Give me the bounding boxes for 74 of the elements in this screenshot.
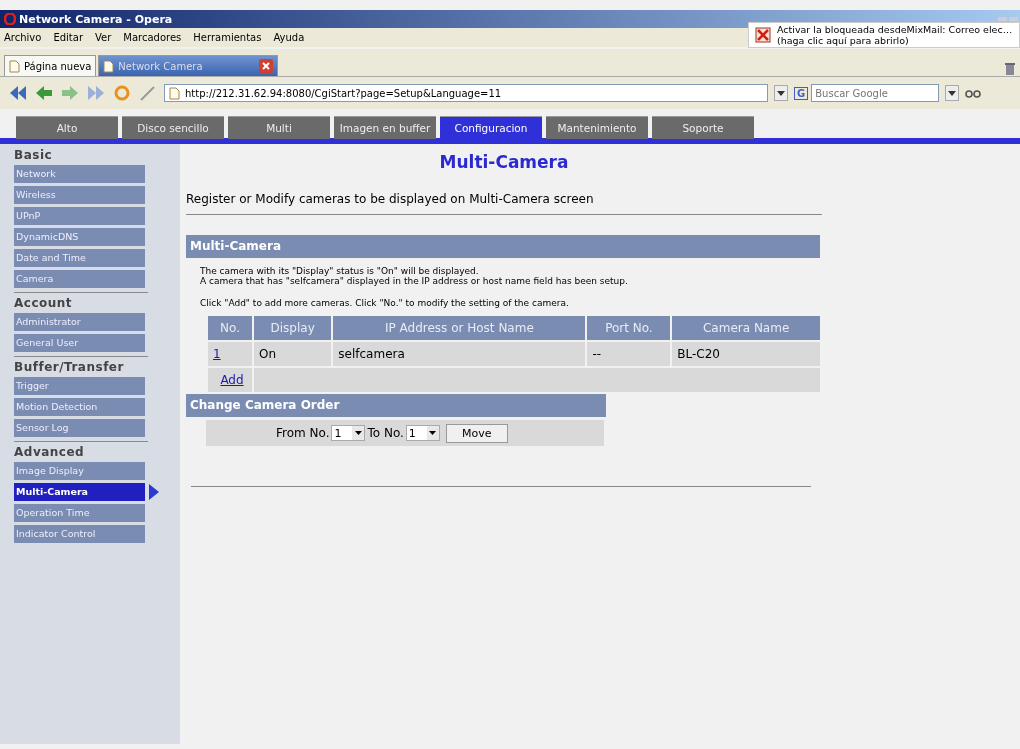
from-select[interactable]: 1: [331, 425, 366, 441]
row-number-link[interactable]: 1: [213, 347, 221, 361]
sidebar-item[interactable]: Date and Time: [14, 249, 145, 267]
nav-tab[interactable]: Multi: [228, 116, 330, 139]
note-text: The camera with its "Display" status is "On" will be displayed.: [200, 266, 480, 276]
section-header: Multi-Camera: [186, 235, 820, 258]
column-header: Port No.: [587, 316, 671, 340]
menu-item[interactable]: Herramientas: [193, 32, 262, 43]
column-header: IP Address or Host Name: [333, 316, 586, 340]
sidebar-item[interactable]: Camera: [14, 270, 145, 288]
sidebar-item[interactable]: UPnP: [14, 207, 145, 225]
browser-tab[interactable]: Página nueva: [4, 55, 97, 76]
sidebar-heading: Advanced: [14, 445, 86, 461]
table-cell: On: [254, 342, 332, 366]
address-field[interactable]: http://212.31.62.94:8080/CgiStart?page=Setup&Language=11: [164, 84, 768, 102]
menu-item[interactable]: Marcadores: [123, 32, 182, 43]
nav-tab[interactable]: Configuracion: [440, 116, 542, 139]
hint-text: Click "Add" to add more cameras. Click "No." to modify the setting of the camera.: [200, 298, 570, 308]
search-field[interactable]: Buscar Google: [811, 84, 940, 102]
sidebar-heading: Account: [14, 296, 74, 312]
sidebar-item[interactable]: Indicator Control: [14, 525, 145, 543]
trash-icon[interactable]: [1004, 62, 1016, 76]
browser-tab[interactable]: Network Camera: [98, 55, 279, 76]
table-cell: BL-C20: [672, 342, 820, 366]
section-header: Change Camera Order: [186, 394, 606, 417]
sidebar-item[interactable]: Wireless: [14, 186, 145, 204]
add-link[interactable]: Add: [220, 373, 244, 387]
sidebar-item[interactable]: Network: [14, 165, 145, 183]
pointer-arrow-icon: [149, 484, 159, 500]
search-engine-mark: G: [794, 86, 809, 100]
menu-item[interactable]: Editar: [53, 32, 83, 43]
table-cell: selfcamera: [333, 342, 586, 366]
opera-logo-icon: [4, 13, 16, 25]
menu-item[interactable]: Ver: [95, 32, 112, 43]
move-button[interactable]: Move: [445, 423, 508, 443]
page-icon: [9, 59, 20, 73]
back-arrow-icon[interactable]: [34, 84, 54, 102]
table-cell: --: [587, 342, 671, 366]
column-header: Display: [254, 316, 332, 340]
window-title: Network Camera - Opera: [19, 12, 173, 26]
sidebar-item[interactable]: Trigger: [14, 377, 145, 395]
sidebar-heading: Buffer/Transfer: [14, 360, 125, 376]
page-icon: [169, 86, 180, 100]
to-label: To No.: [367, 426, 404, 440]
notification-popup[interactable]: Activar la bloqueada desdeMixMail: Correo elec… (haga clic aquí para abrirlo): [748, 22, 1020, 48]
sidebar-item[interactable]: General User: [14, 334, 145, 352]
nav-tab[interactable]: Mantenimiento: [546, 116, 648, 139]
sidebar-item[interactable]: DynamicDNS: [14, 228, 145, 246]
nav-tab[interactable]: Soporte: [652, 116, 754, 139]
from-label: From No.: [276, 426, 330, 440]
menu-item[interactable]: Ayuda: [273, 32, 305, 43]
notification-hint: (haga clic aquí para abrirlo): [777, 35, 910, 46]
nav-tab[interactable]: Disco sencillo: [122, 116, 224, 139]
page-subtitle: Register or Modify cameras to be displayed on Multi-Camera screen: [186, 192, 595, 206]
blocked-popup-icon: [755, 27, 771, 43]
close-icon[interactable]: [259, 59, 274, 73]
notification-text: Activar la bloqueada desdeMixMail: Correo elec…: [777, 24, 1013, 35]
page-icon: [103, 59, 115, 73]
sidebar-item[interactable]: Motion Detection: [14, 398, 145, 416]
column-header: No.: [208, 316, 252, 340]
column-header: Camera Name: [672, 316, 820, 340]
nav-tab[interactable]: Imagen en buffer: [334, 116, 436, 139]
nav-tab[interactable]: Alto: [16, 116, 118, 139]
page-title: Multi-Camera: [438, 152, 570, 172]
note-text: A camera that has "selfcamera" displayed in the IP address or host name field has been setup.: [200, 276, 629, 286]
to-select[interactable]: 1: [405, 425, 440, 441]
sidebar-item[interactable]: Multi-Camera: [14, 483, 145, 501]
sidebar-item[interactable]: Operation Time: [14, 504, 145, 522]
rewind-icon[interactable]: [8, 84, 28, 102]
sidebar-item[interactable]: Administrator: [14, 313, 145, 331]
menu-item[interactable]: Archivo: [4, 32, 42, 43]
sidebar-item[interactable]: Image Display: [14, 462, 145, 480]
sidebar-item[interactable]: Sensor Log: [14, 419, 145, 437]
sidebar-heading: Basic: [14, 148, 54, 164]
